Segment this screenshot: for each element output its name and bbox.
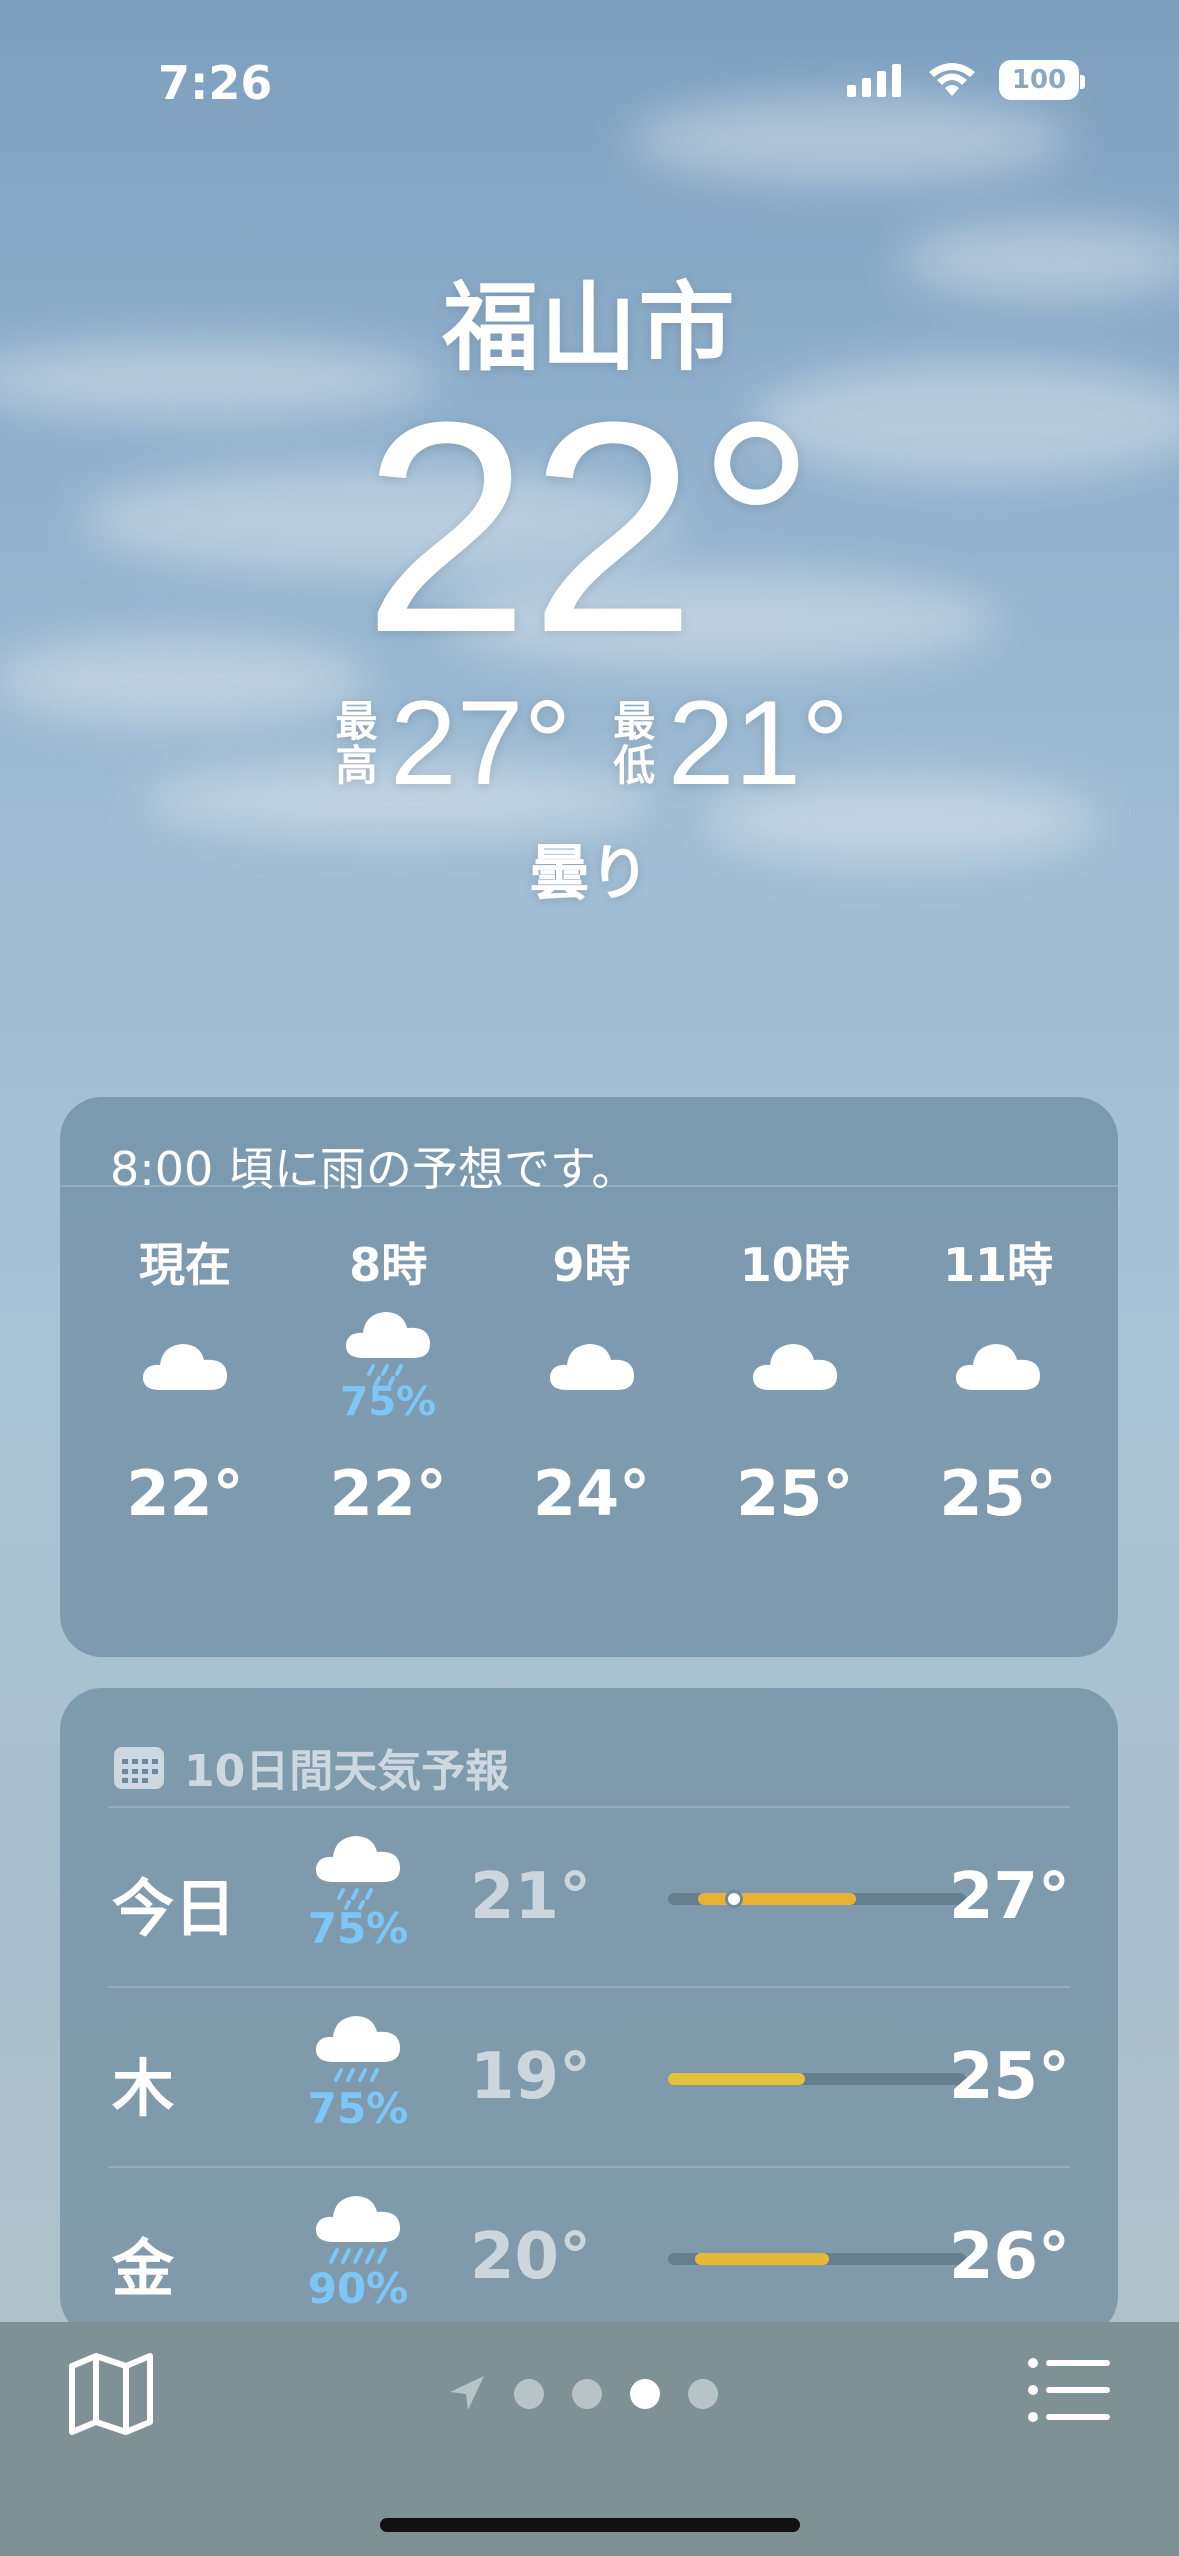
day-row-today[interactable]: 今日 75% 21° 27°: [108, 1808, 1070, 1988]
battery-icon: 100: [999, 60, 1085, 100]
day-row-friday[interactable]: 金 90% 20° 26°: [108, 2168, 1070, 2338]
hour-item: 9時 24°: [512, 1187, 672, 1530]
day-name: 木: [112, 2052, 175, 2125]
hour-label: 10時: [739, 1238, 850, 1292]
bottom-toolbar: [0, 2322, 1179, 2556]
temperature-range-fill: [697, 1893, 856, 1905]
ten-day-forecast-card[interactable]: 10日間天気予報 今日 75% 21° 27° 木 75% 19° 25° 金 …: [60, 1688, 1118, 2338]
condition-text: 曇り: [529, 839, 650, 909]
hour-item: 10時 25°: [715, 1187, 875, 1530]
cloud-icon: [142, 1344, 228, 1390]
page-dot[interactable]: [514, 2379, 544, 2409]
ten-day-title-text: 10日間天気予報: [184, 1746, 510, 1797]
map-icon[interactable]: [68, 2352, 154, 2436]
day-precip: 75%: [307, 1904, 409, 1953]
hour-temperature: 25°: [939, 1457, 1057, 1530]
temperature-range-bar: [668, 1890, 966, 1908]
cloud-rain-icon: [315, 2016, 401, 2082]
low-temperature: 21°: [667, 676, 850, 810]
hour-label: 現在: [139, 1238, 231, 1292]
temperature-range-fill: [668, 2073, 806, 2085]
day-row-thursday[interactable]: 木 75% 19° 25°: [108, 1988, 1070, 2168]
page-dot[interactable]: [572, 2379, 602, 2409]
low-label: 最低: [606, 699, 656, 787]
day-precip: 90%: [307, 2264, 409, 2313]
hour-temperature: 24°: [532, 1457, 651, 1530]
temperature-range-fill: [694, 2253, 829, 2265]
current-temperature: 22°: [362, 359, 817, 695]
signal-icon: [847, 64, 901, 97]
status-time: 7:26: [158, 56, 273, 110]
day-high: 26°: [948, 2220, 1070, 2294]
hour-label: 11時: [942, 1238, 1053, 1292]
hour-label: 8時: [349, 1238, 428, 1292]
cloud-rain-icon: [346, 1312, 431, 1386]
forecast-summary: 8:00 頃に雨の予想です。: [60, 1097, 1118, 1196]
day-low: 21°: [470, 1860, 592, 1934]
home-indicator: [380, 2518, 800, 2532]
hour-precip: 75%: [340, 1379, 437, 1425]
hour-temperature: 22°: [329, 1457, 447, 1530]
temperature-range-bar: [668, 2073, 966, 2085]
wifi-icon: [929, 63, 975, 96]
cloud-icon: [955, 1344, 1041, 1390]
hourly-forecast-card[interactable]: 8:00 頃に雨の予想です。 現在 22° 8時 75% 22° 9時 24° …: [60, 1097, 1118, 1657]
cloud-icon: [549, 1344, 634, 1390]
location-arrow-icon[interactable]: [446, 2374, 486, 2414]
hour-temperature: 22°: [126, 1457, 244, 1530]
status-bar: 7:26 100: [0, 0, 1179, 170]
day-low: 20°: [470, 2220, 592, 2294]
current-temperature-dot: [724, 1890, 743, 1908]
hour-item: 11時 25°: [918, 1187, 1078, 1530]
status-icons: 100: [845, 60, 1085, 100]
day-precip: 75%: [307, 2084, 409, 2133]
page-indicator[interactable]: [446, 2374, 718, 2414]
high-label: 最高: [329, 699, 379, 787]
temperature-range-bar: [668, 2253, 966, 2265]
page-dot-active[interactable]: [630, 2379, 660, 2409]
day-high: 27°: [948, 1860, 1070, 1934]
hour-item: 現在 22°: [105, 1187, 265, 1530]
day-low: 19°: [470, 2040, 592, 2114]
calendar-icon: [114, 1747, 164, 1789]
hour-temperature: 25°: [736, 1457, 854, 1530]
hour-label: 9時: [552, 1238, 631, 1292]
ten-day-title: 10日間天気予報: [108, 1688, 1070, 1808]
page-dot[interactable]: [688, 2379, 718, 2409]
cloud-heavy-rain-icon: [315, 2196, 401, 2264]
hour-item: 8時 75% 22°: [308, 1187, 468, 1530]
day-name: 金: [112, 2232, 175, 2305]
list-icon[interactable]: [1027, 2357, 1111, 2423]
cloud-rain-icon: [315, 1836, 401, 1910]
day-high: 25°: [948, 2040, 1070, 2114]
high-low: 最高 27° 最低 21°: [0, 683, 1179, 803]
day-name: 今日: [112, 1872, 237, 1945]
current-weather-header: 福山市 22° 最高 27° 最低 21° 曇り: [0, 250, 1179, 912]
cloud-icon: [752, 1344, 837, 1390]
high-temperature: 27°: [390, 676, 572, 810]
hourly-list[interactable]: 現在 22° 8時 75% 22° 9時 24° 10時 25° 11時 25°: [60, 1187, 1118, 1530]
